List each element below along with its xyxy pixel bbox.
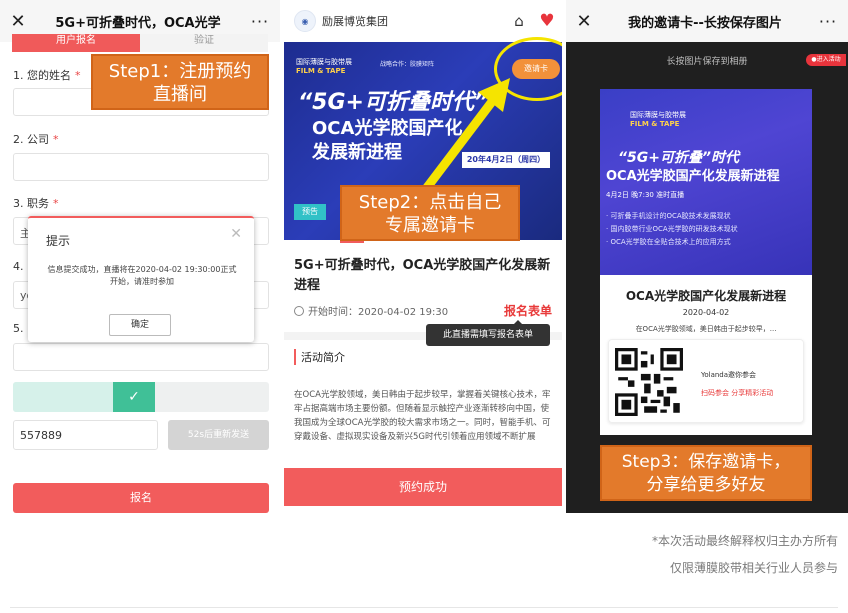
card-poster: 国际薄膜与胶带展 FILM & TAPE “5G+可折叠”时代 OCA光学胶国产化… <box>600 89 812 275</box>
card-event-date: 2020-04-02 <box>682 308 730 317</box>
panel3-topbar: ✕ 我的邀请卡--长按保存图片 ··· <box>566 0 848 42</box>
qr-section: Yolanda邀你参会 扫码参会 分享精彩活动 <box>608 339 804 423</box>
footer-eligibility: 仅限薄膜胶带相关行业人员参与 <box>669 561 838 575</box>
card-date-line: 4月2日 晚7:30 准时直播 <box>606 191 685 199</box>
card-org-en: FILM & TAPE <box>630 120 680 128</box>
step2-callout: Step2：点击自己 专属邀请卡 <box>340 185 520 241</box>
card-headline-2: OCA光学胶国产化发展新进程 <box>606 169 780 184</box>
card-headline: “5G+可折叠”时代 <box>618 150 739 166</box>
step3-callout: Step3：保存邀请卡， 分享给更多好友 <box>600 445 812 501</box>
card-bullet: · 国内胶带行业OCA光学胶的研发技术现状 <box>606 225 738 233</box>
divider <box>10 607 838 608</box>
callout-line: 分享给更多好友 <box>646 475 766 495</box>
qr-code-icon <box>615 348 683 416</box>
card-event-name: OCA光学胶国产化发展新进程 <box>625 289 787 303</box>
scan-cta: 扫码参会 分享精彩活动 <box>701 389 774 397</box>
card-bullet: · 可折叠手机设计的OCA胶技术发展现状 <box>606 212 731 220</box>
callout-line: Step3：保存邀请卡， <box>621 452 791 472</box>
card-org-line: 国际薄膜与胶带展 <box>630 111 686 119</box>
inviter-name: Yolanda邀你参会 <box>701 371 757 379</box>
card-bullet: · OCA光学胶在全贴合技术上的应用方式 <box>606 238 731 246</box>
callout-line: Step2：点击自己 <box>358 192 502 213</box>
card-event-subtitle: 在OCA光学胶领域，美日韩由于起步较早，... <box>635 325 777 333</box>
more-icon[interactable]: ··· <box>808 12 848 31</box>
footer-disclaimer: *本次活动最终解释权归主办方所有 <box>651 534 838 548</box>
page-title: 我的邀请卡--长按保存图片 <box>628 15 782 31</box>
invite-card-panel: ✕ 我的邀请卡--长按保存图片 ··· 长按图片保存到相册 ●进入活动 国际薄膜… <box>566 0 848 513</box>
close-icon[interactable]: ✕ <box>566 11 602 32</box>
enter-event-badge[interactable]: ●进入活动 <box>806 54 846 66</box>
callout-line: 专属邀请卡 <box>385 215 475 236</box>
invite-card[interactable]: 国际薄膜与胶带展 FILM & TAPE “5G+可折叠”时代 OCA光学胶国产化… <box>600 89 812 435</box>
card-org: 国际薄膜与胶带展 FILM & TAPE <box>630 111 686 129</box>
